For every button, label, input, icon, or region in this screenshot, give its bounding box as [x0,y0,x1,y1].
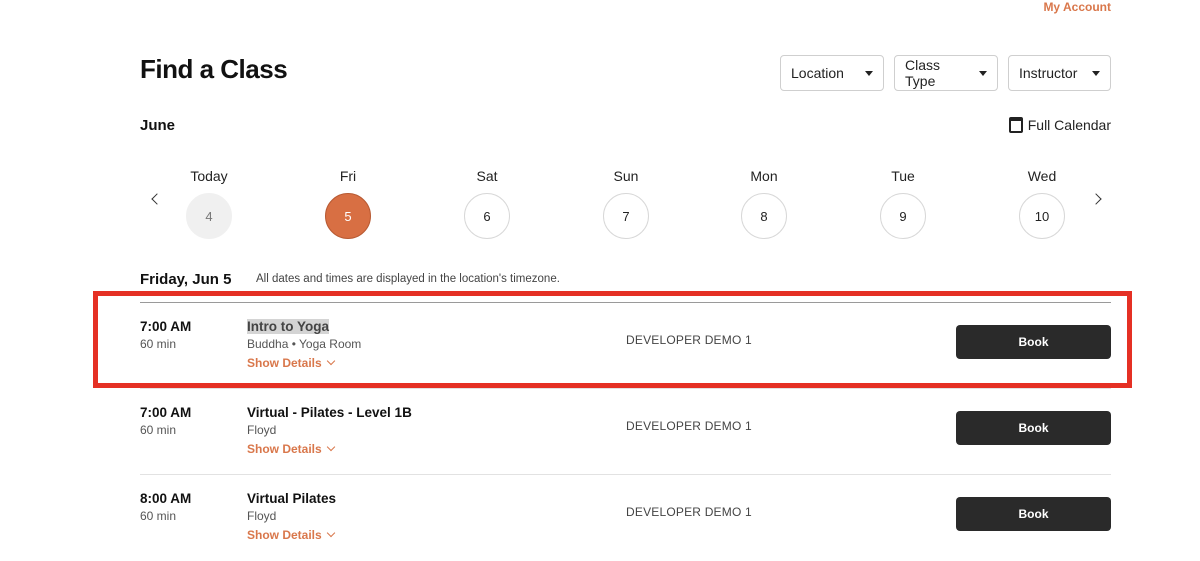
day-wed[interactable]: Wed 10 [1012,168,1072,239]
month-label: June [140,117,176,134]
class-duration: 60 min [140,423,177,437]
date-strip: Today 4 Fri 5 Sat 6 Sun 7 Mon 8 Tue 9 We… [140,168,1111,243]
caret-down-icon [1092,70,1100,76]
day-today[interactable]: Today 4 [179,168,239,239]
day-label: Fri [339,168,357,184]
show-details-label: Show Details [247,442,322,456]
day-label: Sat [476,168,498,184]
caret-down-icon [979,70,987,76]
class-type-filter-label: Class Type [905,57,941,89]
instructor-filter[interactable]: Instructor [1008,55,1111,91]
page-title: Find a Class [140,54,288,84]
day-sun[interactable]: Sun 7 [596,168,656,239]
calendar-icon [1008,117,1023,133]
day-number: 5 [325,193,371,239]
day-label: Wed [1027,168,1057,184]
my-account-link[interactable]: My Account [1043,0,1111,14]
class-name[interactable]: Virtual - Pilates - Level 1B [247,405,412,420]
location-filter-label: Location [791,65,844,81]
day-tue[interactable]: Tue 9 [873,168,933,239]
class-name[interactable]: Virtual Pilates [247,491,336,506]
day-label: Tue [891,168,915,184]
class-time: 7:00 AM [140,405,192,420]
class-meta: Floyd [247,509,277,523]
class-meta: Buddha • Yoga Room [247,337,362,351]
class-duration: 60 min [140,509,177,523]
class-name[interactable]: Intro to Yoga [247,319,329,334]
timezone-note: All dates and times are displayed in the… [256,273,560,285]
class-studio: DEVELOPER DEMO 1 [626,419,752,433]
book-button[interactable]: Book [956,325,1111,359]
chevron-down-icon [326,528,335,538]
day-mon[interactable]: Mon 8 [734,168,794,239]
filter-bar: Location Class Type Instructor [780,55,1111,91]
class-duration: 60 min [140,337,177,351]
book-button[interactable]: Book [956,497,1111,531]
show-details-label: Show Details [247,356,322,370]
class-list: 7:00 AM 60 min Intro to Yoga Buddha • Yo… [140,302,1111,560]
class-row: 7:00 AM 60 min Intro to Yoga Buddha • Yo… [140,302,1111,388]
class-type-filter[interactable]: Class Type [894,55,998,91]
show-details-toggle[interactable]: Show Details [247,528,335,542]
class-row: 8:00 AM 60 min Virtual Pilates Floyd Sho… [140,474,1111,560]
day-number: 4 [186,193,232,239]
show-details-toggle[interactable]: Show Details [247,442,335,456]
location-filter[interactable]: Location [780,55,884,91]
chevron-down-icon [326,356,335,366]
class-studio: DEVELOPER DEMO 1 [626,333,752,347]
day-label: Mon [750,168,778,184]
show-details-toggle[interactable]: Show Details [247,356,335,370]
day-sat[interactable]: Sat 6 [457,168,517,239]
day-number: 10 [1019,193,1065,239]
caret-down-icon [865,70,873,76]
day-label: Sun [613,168,639,184]
class-studio: DEVELOPER DEMO 1 [626,505,752,519]
class-meta: Floyd [247,423,277,437]
full-calendar-link[interactable]: Full Calendar [1008,117,1111,133]
full-calendar-label: Full Calendar [1027,117,1111,133]
book-button[interactable]: Book [956,411,1111,445]
day-fri[interactable]: Fri 5 [318,168,378,239]
day-number: 6 [464,193,510,239]
class-time: 7:00 AM [140,319,192,334]
class-time: 8:00 AM [140,491,192,506]
day-label: Today [190,168,228,184]
chevron-down-icon [326,442,335,452]
instructor-filter-label: Instructor [1019,65,1078,81]
class-row: 7:00 AM 60 min Virtual - Pilates - Level… [140,388,1111,474]
day-number: 8 [741,193,787,239]
show-details-label: Show Details [247,528,322,542]
day-number: 7 [603,193,649,239]
schedule-date-heading: Friday, Jun 5 [140,271,232,288]
day-number: 9 [880,193,926,239]
